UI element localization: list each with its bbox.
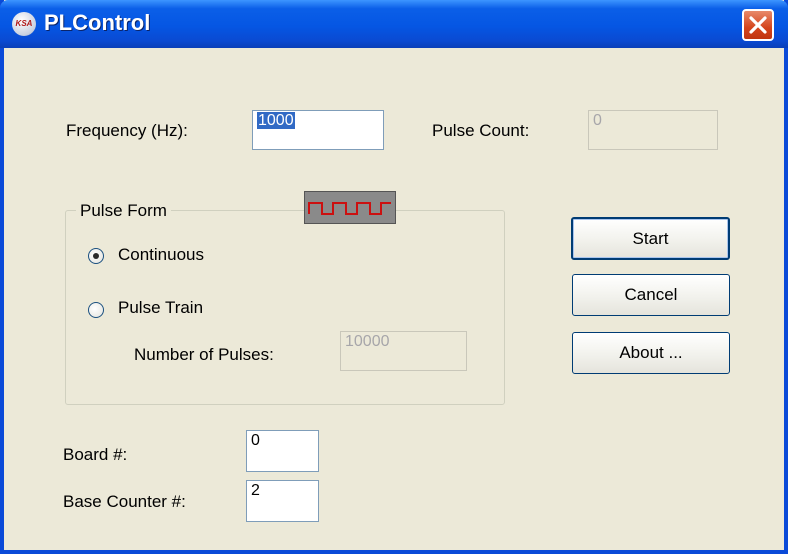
pulse-train-label[interactable]: Pulse Train xyxy=(118,298,203,318)
frequency-label: Frequency (Hz): xyxy=(66,121,188,140)
continuous-radio[interactable] xyxy=(88,248,104,264)
pulse-count-field: 0 xyxy=(588,110,718,150)
pulse-count-value: 0 xyxy=(593,112,602,129)
start-button[interactable]: Start xyxy=(571,217,730,260)
num-pulses-field: 10000 xyxy=(340,331,467,371)
num-pulses-label: Number of Pulses: xyxy=(134,345,274,364)
base-counter-input[interactable]: 2 xyxy=(246,480,319,522)
board-input[interactable]: 0 xyxy=(246,430,319,472)
frequency-value: 1000 xyxy=(257,112,295,129)
app-icon[interactable]: KSA xyxy=(12,12,36,36)
close-icon xyxy=(749,16,767,34)
window-title: PLControl xyxy=(44,10,151,35)
board-value: 0 xyxy=(251,432,260,449)
plcontrol-window: KSA PLControl Frequency (Hz): 1000 Pulse… xyxy=(0,0,788,554)
board-label: Board #: xyxy=(63,445,128,464)
pulse-form-legend: Pulse Form xyxy=(76,201,171,221)
about-button[interactable]: About ... xyxy=(572,332,730,374)
base-counter-label: Base Counter #: xyxy=(63,492,186,511)
app-icon-text: KSA xyxy=(15,19,33,28)
square-wave-icon xyxy=(304,191,396,224)
pulse-train-radio[interactable] xyxy=(88,302,104,318)
pulse-count-label: Pulse Count: xyxy=(432,121,530,140)
cancel-button[interactable]: Cancel xyxy=(572,274,730,316)
num-pulses-value: 10000 xyxy=(345,333,390,350)
continuous-label[interactable]: Continuous xyxy=(118,245,204,265)
radio-selected-dot xyxy=(93,253,99,259)
frequency-input[interactable]: 1000 xyxy=(252,110,384,150)
close-button[interactable] xyxy=(742,9,774,41)
title-bar[interactable]: KSA PLControl xyxy=(0,0,788,48)
base-counter-value: 2 xyxy=(251,482,260,499)
